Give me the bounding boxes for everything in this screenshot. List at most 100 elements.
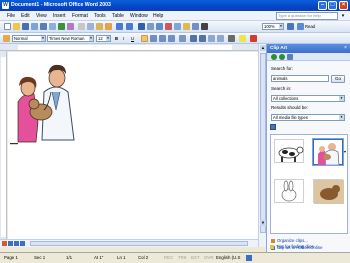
menu-insert[interactable]: Insert (53, 13, 66, 19)
research-icon[interactable] (67, 23, 74, 30)
normal-view-icon[interactable] (2, 241, 7, 246)
status-ovr[interactable]: OVR (204, 253, 214, 263)
clip-thumbnail-rabbit[interactable] (274, 179, 304, 203)
numbering-icon[interactable] (190, 35, 197, 42)
organize-clips-icon (271, 239, 275, 243)
status-trk[interactable]: TRK (178, 253, 187, 263)
veterinarian-clipart-image[interactable] (8, 52, 258, 239)
show-hide-icon[interactable] (201, 23, 208, 30)
format-painter-icon[interactable] (105, 23, 112, 30)
clip-results-list[interactable]: ▾ (270, 134, 348, 234)
clip-thumbnail-vet[interactable] (312, 138, 344, 166)
horizontal-ruler[interactable] (0, 44, 266, 51)
outside-border-icon[interactable] (228, 35, 235, 42)
task-pane-nav (267, 53, 350, 61)
document-map-icon[interactable] (192, 23, 199, 30)
open-folder-icon[interactable] (13, 23, 20, 30)
outline-view-icon[interactable] (20, 241, 25, 246)
zoom-select[interactable]: 100% ▼ (262, 23, 284, 30)
status-bar: Page 1 Sec 1 1/1 At 1" Ln 1 Col 2 REC TR… (0, 252, 350, 263)
menu-tools[interactable]: Tools (94, 13, 106, 19)
status-at: At 1" (94, 255, 104, 260)
help-dropdown-arrow[interactable]: ▾ (339, 12, 347, 20)
home-icon[interactable] (287, 54, 293, 60)
italic-button[interactable]: I (123, 35, 124, 42)
chevron-down-icon: ▼ (339, 115, 344, 120)
forward-icon[interactable] (279, 54, 285, 60)
status-rec[interactable]: REC (164, 253, 173, 263)
insert-excel-icon[interactable] (165, 23, 172, 30)
back-icon[interactable] (271, 54, 277, 60)
decrease-indent-icon[interactable] (208, 35, 215, 42)
spelling-icon[interactable] (58, 23, 65, 30)
bullets-icon[interactable] (199, 35, 206, 42)
help-search-input[interactable]: Type a question for help (276, 12, 338, 20)
menu-file[interactable]: File (7, 13, 15, 19)
clip-thumbnail-cow[interactable] (274, 139, 304, 163)
undo-icon[interactable] (116, 23, 123, 30)
copy-icon[interactable] (87, 23, 94, 30)
align-center-icon[interactable] (150, 35, 157, 42)
print-icon[interactable] (40, 23, 47, 30)
line-spacing-icon[interactable] (179, 35, 186, 42)
justify-icon[interactable] (168, 35, 175, 42)
close-pane-icon[interactable]: × (344, 45, 350, 52)
paste-icon[interactable] (96, 23, 103, 30)
columns-icon[interactable] (174, 23, 181, 30)
menu-table[interactable]: Table (112, 13, 124, 19)
horizontal-scroll-thumb[interactable] (30, 241, 248, 246)
results-options-icon[interactable] (270, 124, 276, 130)
spelling-status-icon[interactable] (246, 255, 252, 261)
document-page[interactable] (8, 52, 258, 239)
search-in-select[interactable]: All collections ▼ (271, 95, 345, 102)
help-icon[interactable] (287, 23, 294, 30)
tables-borders-icon[interactable] (147, 23, 154, 30)
close-button[interactable]: × (339, 1, 348, 10)
read-icon[interactable] (297, 23, 304, 30)
menu-format[interactable]: Format (72, 13, 88, 19)
menu-window[interactable]: Window (130, 13, 148, 19)
status-page-of: 1/1 (66, 255, 73, 260)
read-button-label[interactable]: Read (305, 23, 315, 30)
highlight-icon[interactable] (239, 35, 246, 42)
web-layout-icon[interactable] (8, 241, 13, 246)
increase-indent-icon[interactable] (217, 35, 224, 42)
vertical-ruler[interactable] (0, 51, 7, 239)
print-preview-icon[interactable] (49, 23, 56, 30)
menu-edit[interactable]: Edit (21, 13, 30, 19)
styles-icon[interactable] (3, 35, 10, 42)
menu-view[interactable]: View (36, 13, 47, 19)
font-size-select[interactable]: 12 ▼ (96, 35, 111, 42)
tips-finding-clips-link[interactable]: Tips for finding clips (270, 244, 348, 251)
new-document-icon[interactable] (4, 23, 11, 30)
maximize-button[interactable]: □ (328, 1, 337, 10)
drawing-icon[interactable] (183, 23, 190, 30)
bold-button[interactable]: B (115, 35, 118, 42)
results-select[interactable]: All media file types ▼ (271, 114, 345, 121)
chevron-down-icon: ▼ (41, 36, 45, 41)
vertical-scrollbar[interactable]: ▲ ▼ (258, 44, 266, 247)
search-in-value: All collections (273, 96, 299, 101)
permission-icon[interactable] (31, 23, 38, 30)
insert-hyperlink-icon[interactable] (138, 23, 145, 30)
word-app-icon[interactable]: W (2, 2, 9, 9)
search-input[interactable]: animals (271, 75, 329, 82)
print-layout-icon[interactable] (14, 241, 19, 246)
go-button[interactable]: Go (331, 75, 345, 83)
horizontal-scrollbar[interactable] (0, 239, 258, 247)
style-select[interactable]: Normal ▼ (12, 35, 46, 42)
clip-thumbnail-dog[interactable] (313, 179, 344, 204)
insert-table-icon[interactable] (156, 23, 163, 30)
cut-icon[interactable] (78, 23, 85, 30)
status-ext[interactable]: EXT (191, 253, 200, 263)
align-right-icon[interactable] (159, 35, 166, 42)
chevron-down-icon[interactable]: ▾ (344, 149, 346, 154)
font-select[interactable]: Times New Roman ▼ (47, 35, 94, 42)
font-color-icon[interactable] (250, 35, 257, 42)
minimize-button[interactable]: – (318, 1, 327, 10)
redo-icon[interactable] (126, 23, 133, 30)
align-left-icon[interactable] (141, 35, 148, 42)
menu-help[interactable]: Help (153, 13, 163, 19)
underline-button[interactable]: U (131, 35, 134, 42)
save-icon[interactable] (22, 23, 29, 30)
